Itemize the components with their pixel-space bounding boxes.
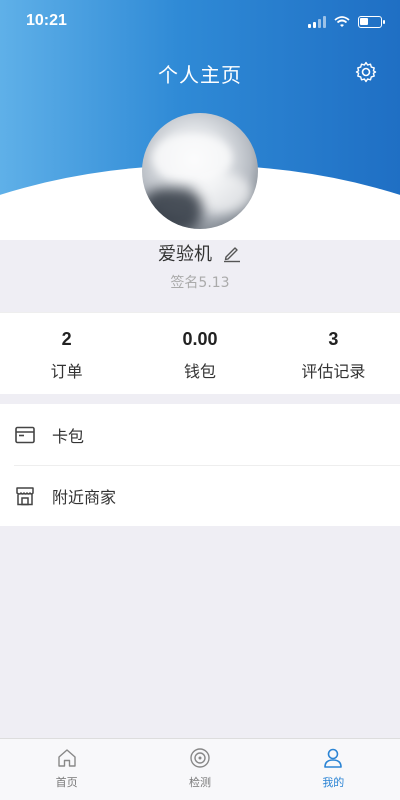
battery-icon [358,16,385,28]
stat-value: 0.00 [182,329,218,349]
tab-label: 检测 [188,776,211,789]
stat-wallet[interactable]: 0.00 钱包 [133,313,266,394]
user-icon [324,748,343,768]
pencil-icon[interactable] [222,243,242,263]
stat-label: 订单 [50,362,83,381]
menu-list: 卡包 附近商家 [0,404,400,526]
signal-icon [308,16,326,28]
stat-value: 3 [328,329,339,349]
gear-icon[interactable] [354,60,378,84]
card-icon [15,426,35,443]
name-row: 爱验机 [0,240,400,266]
menu-item-label: 附近商家 [52,487,117,507]
status-time: 10:21 [26,12,67,29]
menu-item-nearby-merchants[interactable]: 附近商家 [0,465,400,526]
avatar[interactable] [142,113,258,229]
shop-icon [16,486,34,505]
tab-label: 首页 [55,776,78,789]
battery-fill [360,18,368,25]
tab-inspect[interactable]: 检测 [133,739,266,800]
stat-evaluations[interactable]: 3 评估记录 [267,313,400,394]
stat-label: 钱包 [183,362,216,381]
stat-value: 2 [61,329,72,349]
page-title: 个人主页 [158,63,242,87]
tab-mine[interactable]: 我的 [267,739,400,800]
stat-label: 评估记录 [301,362,366,381]
user-name: 爱验机 [158,244,212,265]
menu-item-label: 卡包 [52,426,85,446]
stats-bar: 2 订单 0.00 钱包 3 评估记录 [0,312,400,394]
stat-orders[interactable]: 2 订单 [0,313,133,394]
home-icon [57,749,76,767]
status-bar: 10:21 [0,0,400,44]
tab-label: 我的 [322,776,345,789]
menu-item-card-wallet[interactable]: 卡包 [0,404,400,465]
tab-bar: 首页 检测 我的 [0,738,400,800]
wifi-icon [334,16,350,27]
inspect-icon [190,748,210,768]
signature: 签名5.13 [170,275,230,291]
tab-home[interactable]: 首页 [0,739,133,800]
status-icons [308,14,385,30]
